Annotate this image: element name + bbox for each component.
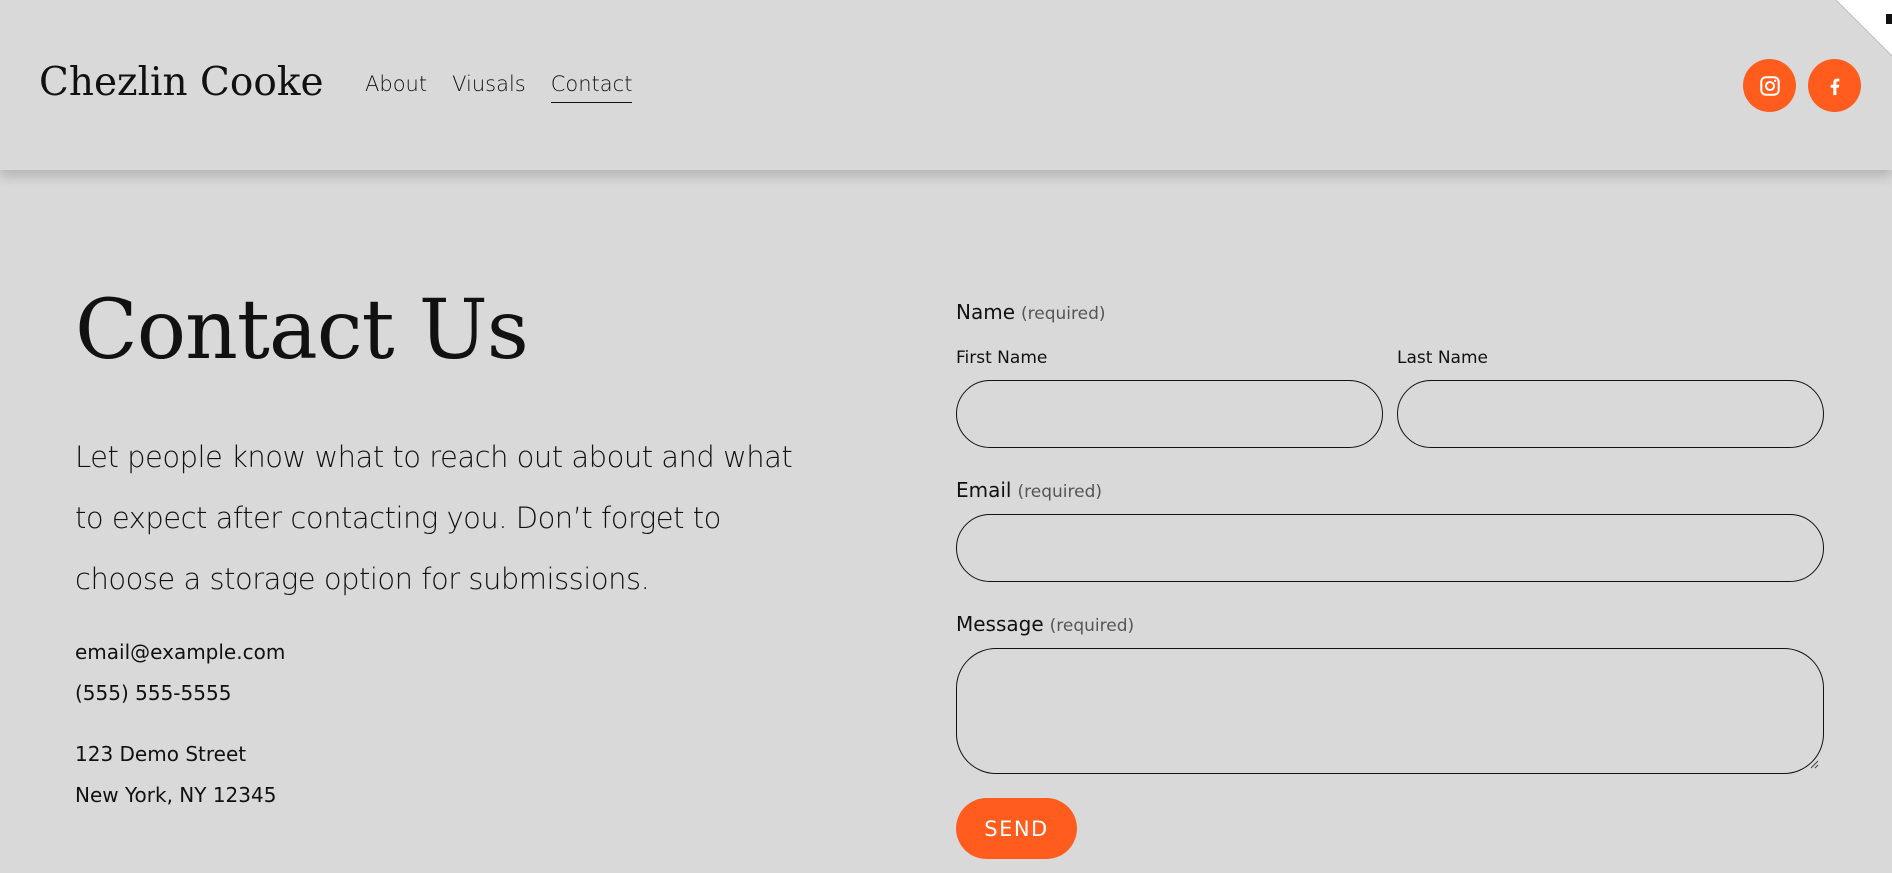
- page-corner-fold: [1836, 0, 1892, 56]
- social-links: [1743, 59, 1861, 112]
- email-label-row: Email (required): [956, 478, 1824, 502]
- email-label: Email: [956, 478, 1012, 502]
- send-button[interactable]: SEND: [956, 798, 1077, 859]
- address-line-2: New York, NY 12345: [75, 783, 277, 807]
- name-fields: [956, 380, 1824, 448]
- contact-address: 123 Demo Street New York, NY 12345: [75, 734, 815, 816]
- last-name-field[interactable]: [1397, 380, 1824, 448]
- nav-item-about[interactable]: About: [365, 72, 427, 103]
- name-required-note: (required): [1021, 304, 1106, 324]
- message-label-row: Message (required): [956, 612, 1824, 636]
- nav-item-visuals[interactable]: Viusals: [452, 72, 526, 103]
- nav-item-contact[interactable]: Contact: [550, 72, 633, 103]
- name-label-row: Name (required): [956, 300, 1824, 324]
- instagram-icon: [1759, 75, 1780, 96]
- intro-text: Let people know what to reach out about …: [75, 440, 793, 596]
- message-required-note: (required): [1049, 616, 1135, 636]
- email-required-note: (required): [1017, 482, 1103, 502]
- first-name-field[interactable]: [956, 380, 1383, 448]
- main-nav: About Viusals Contact: [365, 72, 633, 103]
- resize-grip-icon[interactable]: [1809, 759, 1819, 769]
- instagram-button[interactable]: [1743, 59, 1796, 112]
- last-name-label: Last Name: [1397, 348, 1488, 368]
- facebook-icon: [1830, 78, 1839, 95]
- site-logo[interactable]: Chezlin Cooke: [39, 60, 324, 105]
- contact-email[interactable]: email@example.com: [75, 632, 815, 673]
- contact-phone[interactable]: (555) 555-5555: [75, 673, 815, 714]
- page-title: Contact Us: [75, 283, 529, 378]
- message-label: Message: [956, 612, 1044, 636]
- site-header: Chezlin Cooke About Viusals Contact: [0, 0, 1892, 170]
- email-field[interactable]: [956, 514, 1824, 582]
- first-name-label: First Name: [956, 348, 1048, 368]
- address-line-1: 123 Demo Street: [75, 742, 247, 766]
- contact-details: email@example.com (555) 555-5555: [75, 632, 815, 714]
- message-field[interactable]: [956, 648, 1824, 774]
- name-sub-labels: First Name Last Name: [956, 348, 1824, 368]
- contact-form: Name (required) First Name Last Name Emai…: [956, 300, 1824, 859]
- facebook-button[interactable]: [1808, 59, 1861, 112]
- contact-intro: Contact Us Let people know what to reach…: [75, 290, 815, 816]
- name-label: Name: [956, 300, 1016, 324]
